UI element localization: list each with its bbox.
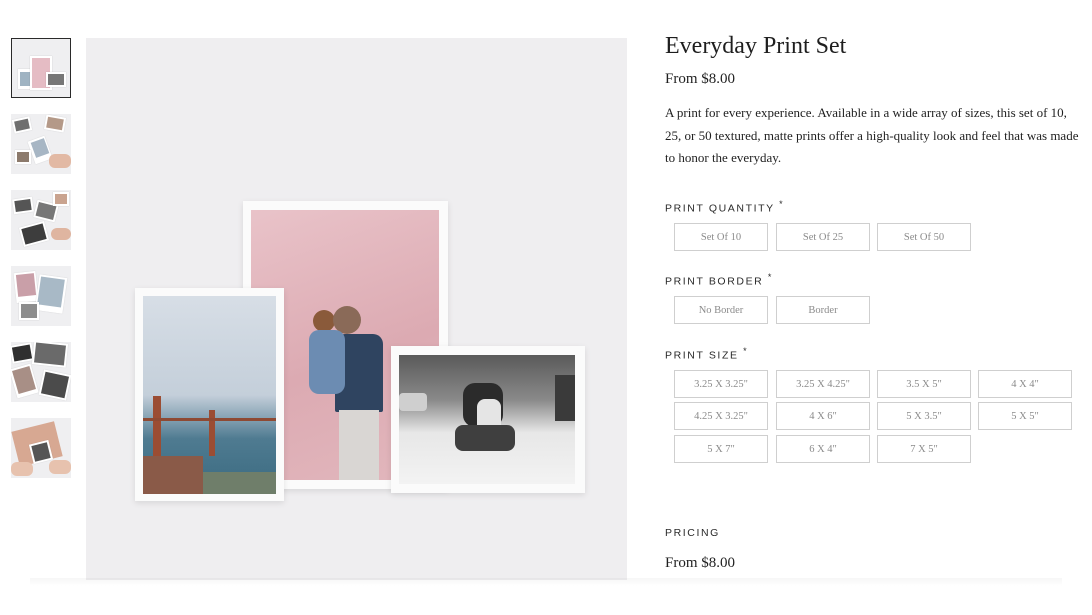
- option-border[interactable]: Border: [776, 296, 870, 324]
- option-size-3-25x4-25[interactable]: 3.25 X 4.25": [776, 370, 870, 398]
- thumbnail-6[interactable]: [11, 418, 71, 478]
- option-size-5x5[interactable]: 5 X 5": [978, 402, 1072, 430]
- option-set-of-25[interactable]: Set Of 25: [776, 223, 870, 251]
- option-no-border[interactable]: No Border: [674, 296, 768, 324]
- thumbnail-4[interactable]: [11, 266, 71, 326]
- required-marker: *: [743, 346, 747, 356]
- product-price: From $8.00: [665, 71, 736, 87]
- option-size-4x4[interactable]: 4 X 4": [978, 370, 1072, 398]
- product-title: Everyday Print Set: [665, 33, 847, 59]
- thumbnail-list: [11, 38, 71, 494]
- option-size-4-25x3-25[interactable]: 4.25 X 3.25": [674, 402, 768, 430]
- option-size-6x4[interactable]: 6 X 4": [776, 435, 870, 463]
- snow-print: [391, 346, 585, 493]
- required-marker: *: [767, 272, 772, 282]
- print-quantity-label: PRINT QUANTITY *: [665, 199, 783, 215]
- print-border-label: PRINT BORDER *: [665, 272, 772, 288]
- option-size-5x7[interactable]: 5 X 7": [674, 435, 768, 463]
- thumbnail-5[interactable]: [11, 342, 71, 402]
- thumbnail-1[interactable]: [11, 38, 71, 98]
- option-set-of-50[interactable]: Set Of 50: [877, 223, 971, 251]
- bottom-fade-divider: [30, 578, 1062, 586]
- option-size-4x6[interactable]: 4 X 6": [776, 402, 870, 430]
- option-size-3-5x5[interactable]: 3.5 X 5": [877, 370, 971, 398]
- print-size-label: PRINT SIZE *: [665, 346, 747, 362]
- pricing-value: From $8.00: [665, 555, 736, 571]
- thumbnail-3[interactable]: [11, 190, 71, 250]
- required-marker: *: [779, 199, 783, 209]
- thumbnail-2[interactable]: [11, 114, 71, 174]
- option-size-3-25x3-25[interactable]: 3.25 X 3.25": [674, 370, 768, 398]
- option-set-of-10[interactable]: Set Of 10: [674, 223, 768, 251]
- option-size-7x5[interactable]: 7 X 5": [877, 435, 971, 463]
- bridge-print: [135, 288, 284, 501]
- main-product-image: [86, 38, 627, 580]
- pricing-label: PRICING: [665, 527, 720, 539]
- option-size-5x3-5[interactable]: 5 X 3.5": [877, 402, 971, 430]
- product-description: A print for every experience. Available …: [665, 105, 1079, 165]
